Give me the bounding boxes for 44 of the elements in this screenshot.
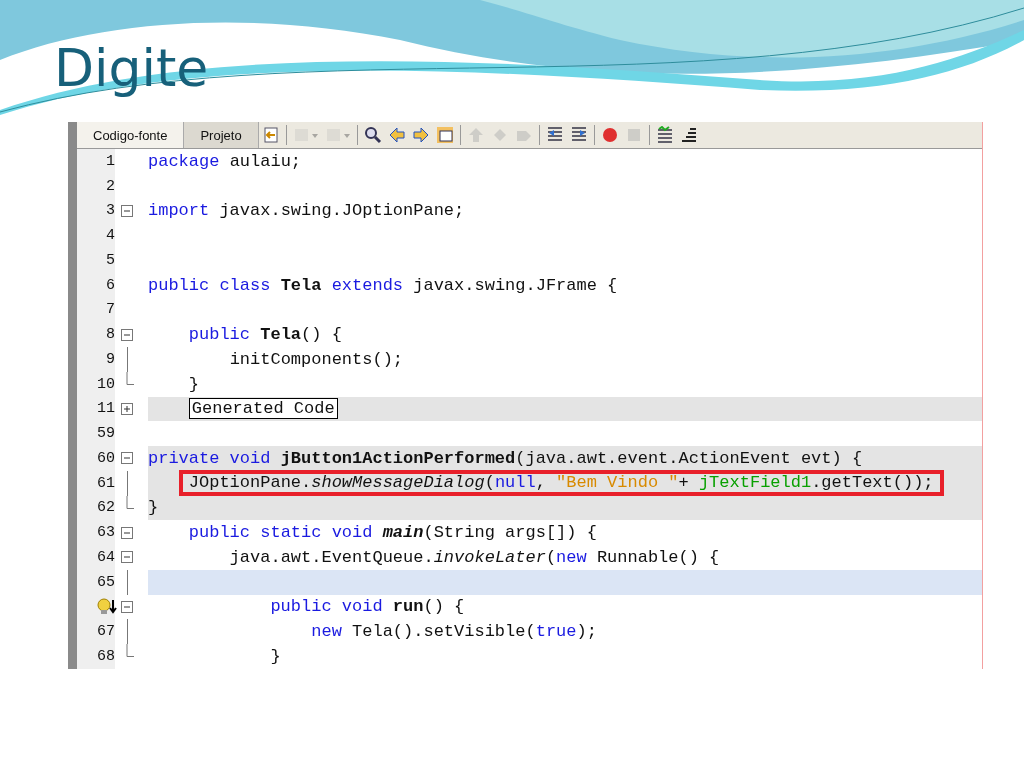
line-number: 67 xyxy=(97,623,115,641)
line-number: 8 xyxy=(106,326,115,344)
line-number: 5 xyxy=(106,251,115,269)
collapse-icon[interactable] xyxy=(121,452,133,465)
line-number: 9 xyxy=(106,350,115,368)
folded-code-label[interactable]: Generated Code xyxy=(188,398,338,420)
line-number: 68 xyxy=(97,647,115,665)
collapse-icon[interactable] xyxy=(121,600,133,613)
code-line: public static void main(String args[]) { xyxy=(188,523,597,543)
expand-icon[interactable] xyxy=(121,402,133,415)
code-line: package aulaiu; xyxy=(148,151,302,171)
code-line: } xyxy=(270,646,281,666)
code-line: } xyxy=(188,374,199,394)
code-line: new Tela().setVisible(true); xyxy=(311,622,597,642)
code-line: public void run() { xyxy=(270,597,465,617)
line-number: 64 xyxy=(97,548,115,566)
code-line: } xyxy=(148,498,159,518)
collapse-icon[interactable] xyxy=(121,328,133,341)
line-number: 7 xyxy=(106,301,115,319)
line-number: 65 xyxy=(97,573,115,591)
code-line: initComponents(); xyxy=(229,349,404,369)
line-number: 62 xyxy=(97,499,115,517)
line-number: 1 xyxy=(106,152,115,170)
collapse-icon[interactable] xyxy=(121,551,133,564)
warning-bulb-icon[interactable] xyxy=(97,597,117,616)
code-line: java.awt.EventQueue.invokeLater(new Runnable() { xyxy=(229,547,720,567)
editor-tab[interactable]: Projeto xyxy=(184,122,259,148)
line-number: 10 xyxy=(97,375,115,393)
code-line: public Tela() { xyxy=(188,325,342,345)
line-number: 6 xyxy=(106,276,115,294)
line-number: 11 xyxy=(97,400,115,418)
line-number: 59 xyxy=(97,425,115,443)
line-number: 2 xyxy=(106,177,115,195)
line-number: 60 xyxy=(97,449,115,467)
line-number: 4 xyxy=(106,227,115,245)
code-line: public class Tela extends javax.swing.JFrame { xyxy=(148,275,618,295)
line-number: 61 xyxy=(97,474,115,492)
collapse-icon[interactable] xyxy=(121,526,133,539)
editor-tab[interactable]: Codigo-fonte xyxy=(77,122,185,148)
code-line: import javax.swing.JOptionPane; xyxy=(148,201,465,221)
line-number: 3 xyxy=(106,202,115,220)
collapse-icon[interactable] xyxy=(121,204,133,217)
line-number: 63 xyxy=(97,524,115,542)
code-line: private void jButton1ActionPerformed(java.awt.event.ActionEvent evt) { xyxy=(148,448,863,468)
